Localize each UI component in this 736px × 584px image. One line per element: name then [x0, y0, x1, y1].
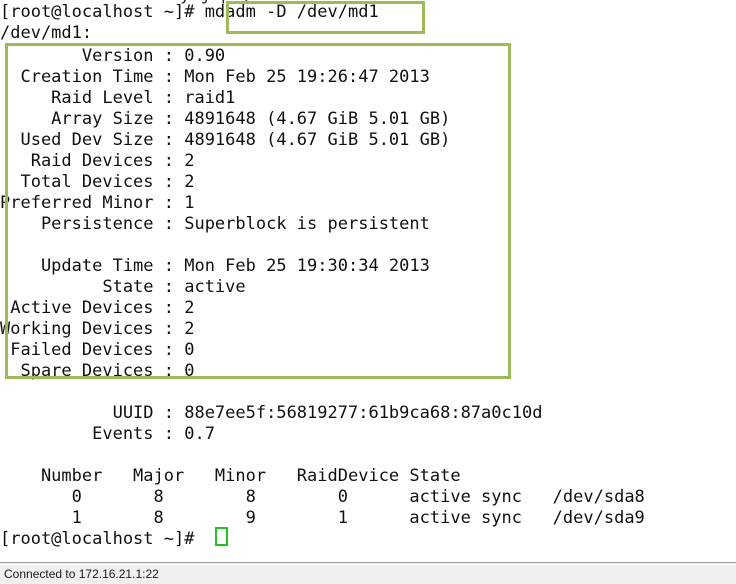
- terminal-window: y j p y [root@localhost ~]# mdadm -D /de…: [0, 0, 736, 584]
- detail-line-array-size: Array Size : 4891648 (4.67 GiB 5.01 GB): [0, 109, 451, 129]
- detail-line-used-dev-size: Used Dev Size : 4891648 (4.67 GiB 5.01 G…: [0, 130, 451, 150]
- detail-line-raid-level: Raid Level : raid1: [0, 88, 236, 108]
- device-table-header: Number Major Minor RaidDevice State: [0, 466, 461, 486]
- detail-line-version: Version : 0.90: [0, 46, 226, 66]
- device-header-line: /dev/md1:: [0, 23, 93, 43]
- detail-line-persistence: Persistence : Superblock is persistent: [0, 214, 430, 234]
- final-prompt-line: [root@localhost ~]#: [0, 529, 205, 549]
- table-row: 0 8 8 0 active sync /dev/sda8: [0, 487, 645, 507]
- text-cursor: [215, 527, 228, 546]
- detail-line-creation-time: Creation Time : Mon Feb 25 19:26:47 2013: [0, 67, 430, 87]
- detail-line-raid-devices: Raid Devices : 2: [0, 151, 195, 171]
- detail-line-update-time: Update Time : Mon Feb 25 19:30:34 2013: [0, 256, 430, 276]
- connection-status-text: Connected to 172.16.21.1:22: [4, 567, 159, 581]
- detail-line-failed-devices: Failed Devices : 0: [0, 340, 195, 360]
- detail-line-active-devices: Active Devices : 2: [0, 298, 195, 318]
- detail-line-state: State : active: [0, 277, 246, 297]
- status-bar: Connected to 172.16.21.1:22: [0, 562, 736, 584]
- detail-line-preferred-minor: Preferred Minor : 1: [0, 193, 195, 213]
- detail-line-events: Events : 0.7: [0, 424, 215, 444]
- detail-line-working-devices: Working Devices : 2: [0, 319, 195, 339]
- terminal-output-area[interactable]: y j p y [root@localhost ~]# mdadm -D /de…: [0, 0, 736, 562]
- detail-line-uuid: UUID : 88e7ee5f:56819277:61b9ca68:87a0c1…: [0, 403, 543, 423]
- prompt-line-with-command: [root@localhost ~]# mdadm -D /dev/md1: [0, 2, 379, 22]
- detail-line-total-devices: Total Devices : 2: [0, 172, 195, 192]
- table-row: 1 8 9 1 active sync /dev/sda9: [0, 508, 645, 528]
- detail-line-spare-devices: Spare Devices : 0: [0, 361, 195, 381]
